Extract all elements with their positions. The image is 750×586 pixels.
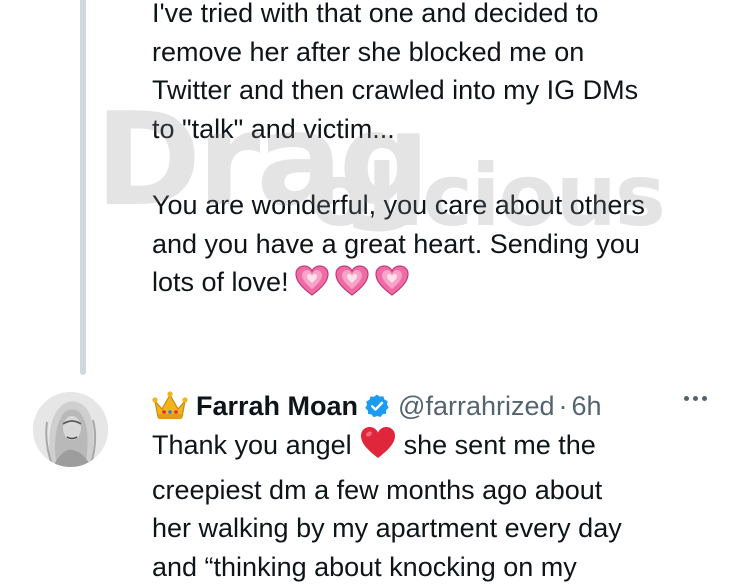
text-line: You are wonderful, you care about others — [152, 186, 645, 225]
reply-header: Farrah Moan @farrahrized · 6h — [152, 386, 602, 426]
more-dot — [693, 396, 698, 401]
previous-tweet-text: I've tried with that one and decided to … — [152, 0, 638, 148]
reply-tweet-text: Thank you angel she sent me the creepiest… — [152, 426, 622, 586]
separator-dot: · — [559, 391, 568, 422]
more-options-icon[interactable] — [684, 396, 707, 401]
thread-connector-line — [80, 0, 86, 375]
user-handle[interactable]: @farrahrized — [398, 391, 554, 422]
timestamp[interactable]: 6h — [572, 391, 602, 422]
text-line: her walking by my apartment every day — [152, 509, 622, 548]
text-fragment: lots of love! — [152, 267, 289, 297]
verified-badge-icon — [364, 393, 390, 419]
text-line: creepiest dm a few months ago about — [152, 471, 622, 510]
display-name[interactable]: Farrah Moan — [196, 391, 358, 422]
text-fragment: Thank you angel — [152, 430, 352, 460]
text-line: Thank you angel she sent me the — [152, 426, 622, 471]
text-line: to "talk" and victim... — [152, 110, 638, 149]
text-line: Twitter and then crawled into my IG DMs — [152, 71, 638, 110]
text-line: and “thinking about knocking on my — [152, 548, 622, 586]
avatar[interactable] — [33, 392, 108, 467]
sparkling-heart-icon — [295, 265, 329, 308]
sparkling-heart-icon — [335, 265, 369, 308]
red-heart-icon — [360, 426, 396, 471]
sparkling-heart-icon — [375, 265, 409, 308]
text-line: remove her after she blocked me on — [152, 33, 638, 72]
crown-icon — [152, 391, 188, 421]
more-dot — [684, 396, 689, 401]
text-line: and you have a great heart. Sending you — [152, 225, 645, 264]
text-line: I've tried with that one and decided to — [152, 0, 638, 33]
text-fragment: she sent me the — [404, 430, 596, 460]
more-dot — [702, 396, 707, 401]
previous-tweet-text-2: You are wonderful, you care about others… — [152, 186, 645, 308]
text-line: lots of love! — [152, 263, 645, 308]
